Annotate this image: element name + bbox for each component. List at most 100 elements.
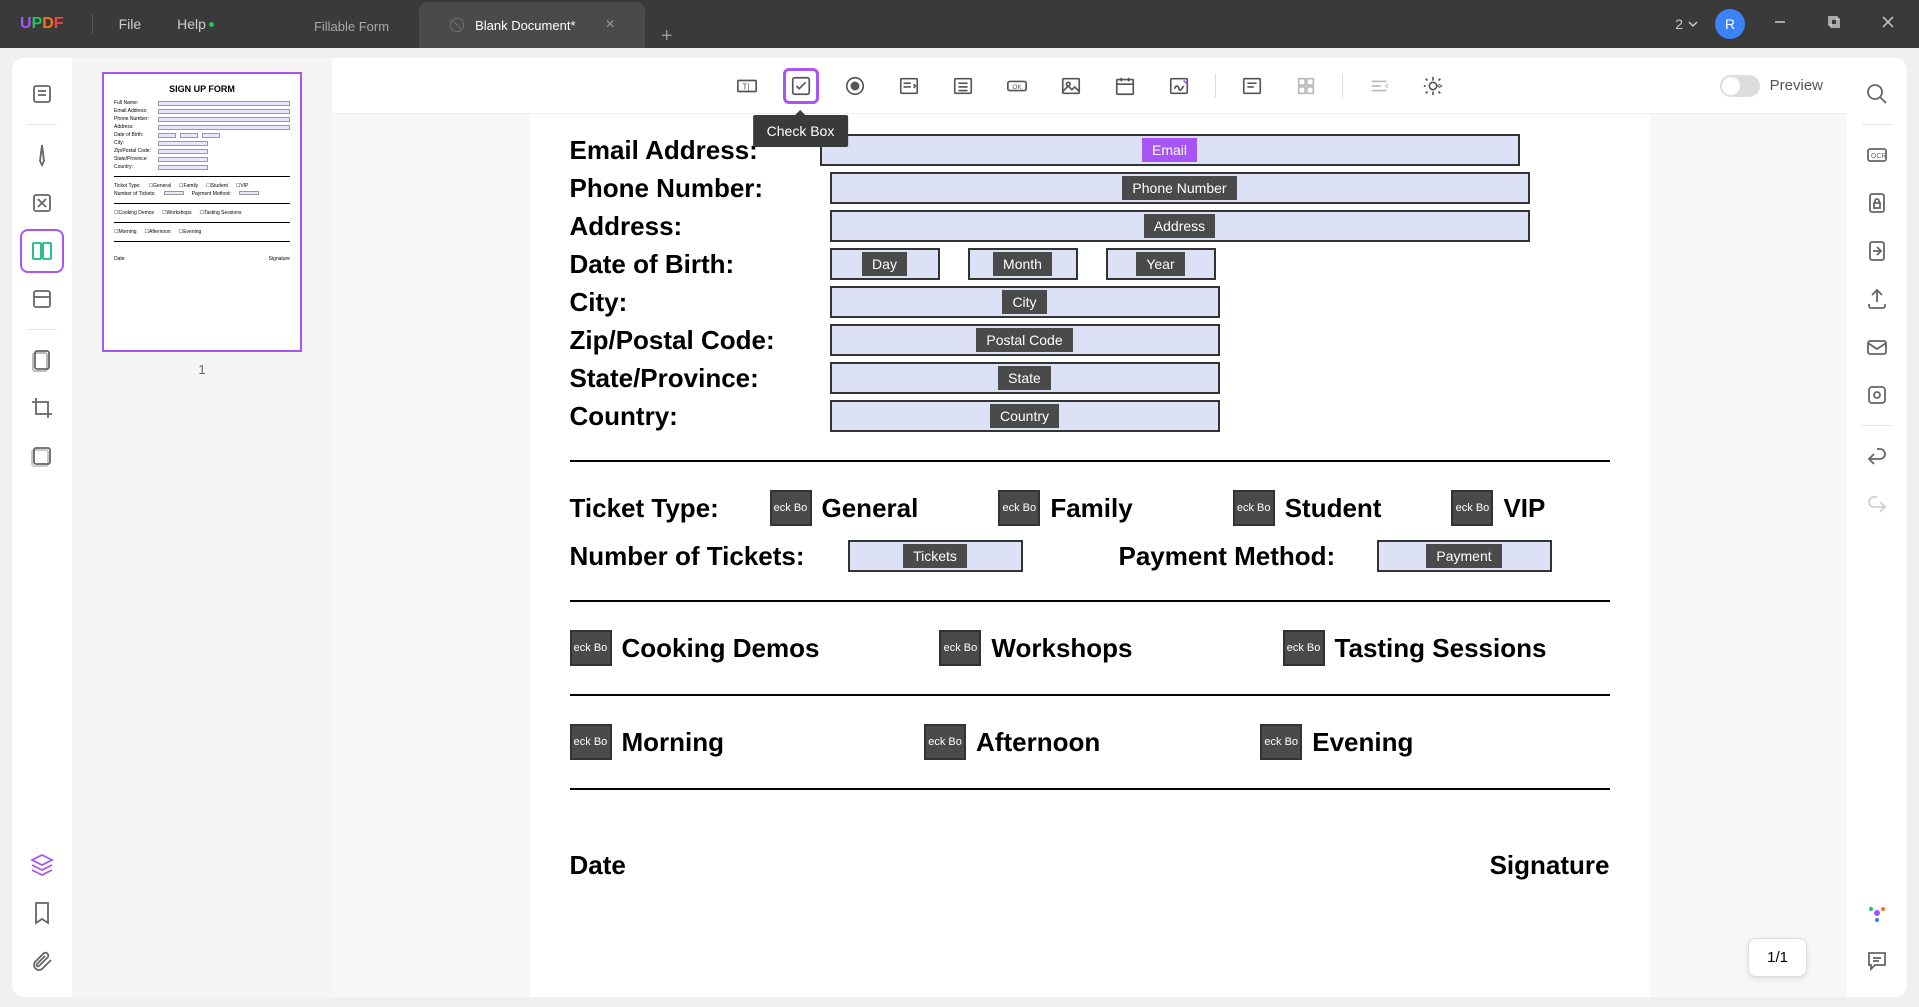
comment-button[interactable] [1855,939,1899,983]
divider [570,694,1610,696]
attachment-button[interactable] [20,939,64,983]
ocr-button[interactable]: OCR [1855,133,1899,177]
checkbox-cooking[interactable]: eck Bo [570,630,612,666]
checkbox-evening[interactable]: eck Bo [1260,724,1302,760]
checkbox-morning[interactable]: eck Bo [570,724,612,760]
page-thumbnail-1[interactable]: SIGN UP FORM Full Name: Email Address: P… [102,72,302,352]
divider [570,460,1610,462]
label-state: State/Province: [570,363,830,394]
user-avatar[interactable]: R [1715,9,1745,39]
maximize-button[interactable] [1815,7,1853,42]
field-month[interactable]: Month [968,248,1078,280]
redact-tool[interactable] [20,434,64,478]
tab-close-button[interactable]: × [606,16,615,34]
checkbox-vip[interactable]: eck Bo [1451,490,1493,526]
ai-button[interactable] [1855,891,1899,935]
titlebar-right: 2 R [1675,7,1919,42]
button-tool[interactable]: OK [999,68,1035,104]
align-tool[interactable] [1361,68,1397,104]
label-afternoon: Afternoon [976,727,1100,758]
field-tickets[interactable]: Tickets [848,540,1023,572]
search-button[interactable] [1855,72,1899,116]
radio-button-tool[interactable] [837,68,873,104]
tab-add-button[interactable]: + [645,25,689,48]
compress-tool[interactable] [20,338,64,382]
table-tool[interactable] [1288,68,1324,104]
checkbox-student[interactable]: eck Bo [1233,490,1275,526]
checkbox-tool[interactable]: Check Box [783,68,819,104]
reader-tool[interactable] [20,72,64,116]
tab-blank-document[interactable]: Blank Document* × [419,2,645,48]
label-dob: Date of Birth: [570,249,830,280]
label-evening: Evening [1312,727,1413,758]
form-toolbar: T| Check Box OK Preview [332,58,1847,114]
text-field-tool[interactable]: T| [729,68,765,104]
cloud-button[interactable] [1855,373,1899,417]
image-tool[interactable] [1053,68,1089,104]
label-vip: VIP [1503,493,1545,524]
protect-button[interactable] [1855,181,1899,225]
bookmark-button[interactable] [20,891,64,935]
field-country[interactable]: Country [830,400,1220,432]
svg-text:OCR: OCR [1871,153,1887,160]
titlebar: UPDF File Help Fillable Form Blank Docum… [0,0,1919,48]
app-logo: UPDF [0,15,84,33]
label-date: Date [570,850,626,881]
undo-button[interactable] [1855,434,1899,478]
field-state[interactable]: State [830,362,1220,394]
label-workshops: Workshops [991,633,1132,664]
organize-tool[interactable] [20,277,64,321]
divider [1862,425,1892,426]
checkbox-general[interactable]: eck Bo [770,490,812,526]
checkbox-afternoon[interactable]: eck Bo [924,724,966,760]
label-country: Country: [570,401,830,432]
redo-button[interactable] [1855,482,1899,526]
divider [1862,124,1892,125]
field-zip[interactable]: Postal Code [830,324,1220,356]
date-tool[interactable] [1107,68,1143,104]
field-day[interactable]: Day [830,248,940,280]
label-family: Family [1050,493,1132,524]
field-phone[interactable]: Phone Number [830,172,1530,204]
label-morning: Morning [622,727,725,758]
list-box-tool[interactable] [945,68,981,104]
document-page: Email Address:Email Phone Number:Phone N… [530,114,1650,997]
form-tool[interactable] [20,229,64,273]
field-payment[interactable]: Payment [1377,540,1552,572]
canvas[interactable]: Email Address:Email Phone Number:Phone N… [332,114,1847,997]
settings-tool[interactable] [1415,68,1451,104]
divider [1342,74,1343,98]
crop-tool[interactable] [20,386,64,430]
edit-tool[interactable] [20,181,64,225]
field-email[interactable]: Email [820,134,1520,166]
export-button[interactable] [1855,229,1899,273]
checkbox-tasting[interactable]: eck Bo [1283,630,1325,666]
divider [27,124,57,125]
toggle-switch[interactable] [1720,75,1760,97]
label-student: Student [1285,493,1382,524]
email-button[interactable] [1855,325,1899,369]
layers-button[interactable] [20,843,64,887]
main-area: T| Check Box OK Preview [332,58,1847,997]
menu-file[interactable]: File [101,16,160,32]
preview-toggle[interactable]: Preview [1720,75,1823,97]
tooltip: Check Box [753,115,849,147]
menu-help[interactable]: Help [159,16,224,32]
checkbox-family[interactable]: eck Bo [998,490,1040,526]
label-payment: Payment Method: [1119,541,1359,572]
field-year[interactable]: Year [1106,248,1216,280]
svg-text:OK: OK [1012,83,1022,90]
signature-tool[interactable] [1161,68,1197,104]
close-window-button[interactable] [1869,7,1907,42]
share-button[interactable] [1855,277,1899,321]
minimize-button[interactable] [1761,7,1799,42]
annotate-tool[interactable] [20,133,64,177]
paragraph-tool[interactable] [1234,68,1270,104]
dropdown-tool[interactable] [891,68,927,104]
tab-fillable-form[interactable]: Fillable Form [284,5,419,48]
checkbox-workshops[interactable]: eck Bo [939,630,981,666]
chevron-down-icon [1687,18,1699,30]
tab-count[interactable]: 2 [1675,16,1699,32]
field-address[interactable]: Address [830,210,1530,242]
field-city[interactable]: City [830,286,1220,318]
